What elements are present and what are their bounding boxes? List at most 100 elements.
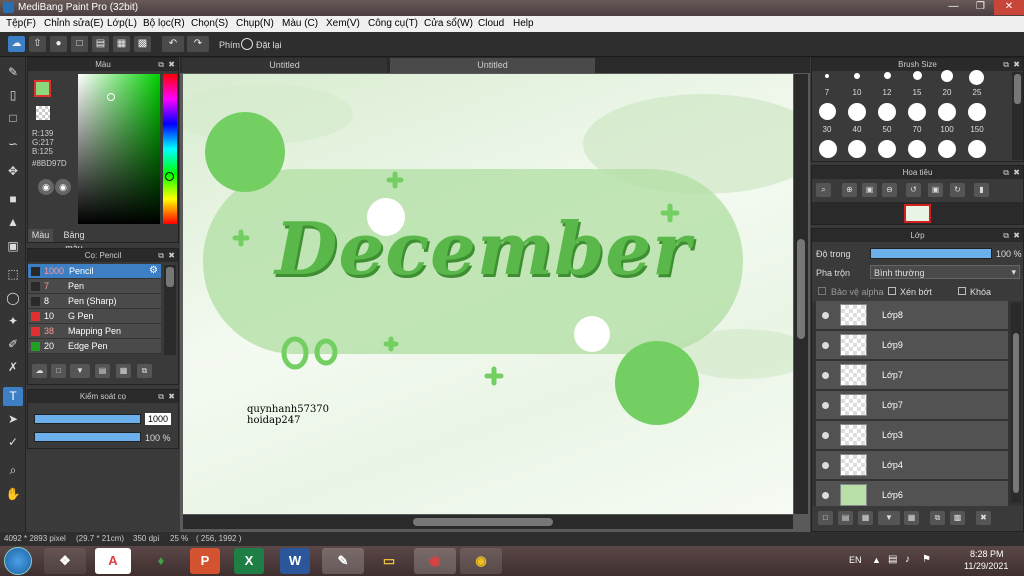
visibility-icon[interactable] — [822, 372, 829, 379]
layer-list-scrollbar[interactable] — [1011, 303, 1021, 503]
visibility-icon[interactable] — [822, 342, 829, 349]
size-dot[interactable] — [819, 103, 836, 120]
move-tool-icon[interactable]: ✥ — [3, 162, 23, 181]
gear-icon[interactable]: ⚙ — [149, 265, 158, 276]
reset-view-icon[interactable]: ▣ — [928, 183, 943, 197]
close-icon[interactable]: ✖ — [168, 390, 175, 403]
redo-icon[interactable]: ↷ — [187, 36, 209, 52]
vertical-scrollbar-thumb[interactable] — [797, 239, 805, 339]
undock-icon[interactable]: ⧉ — [158, 390, 164, 403]
undock-icon[interactable]: ⧉ — [1003, 229, 1009, 242]
close-icon[interactable]: ✖ — [1013, 166, 1020, 179]
paint-taskbar-icon[interactable]: ✎ — [322, 548, 364, 574]
brush-item[interactable]: 20 Edge Pen — [28, 339, 161, 354]
menu-layer[interactable]: Lớp(L) — [107, 18, 137, 29]
tab-palette[interactable]: Bảng màu — [54, 229, 94, 253]
size-dot[interactable] — [878, 140, 896, 158]
menu-capture[interactable]: Chụp(N) — [236, 18, 274, 29]
page-icon[interactable]: ▤ — [92, 36, 109, 52]
zoom-in-icon[interactable]: ⊕ — [842, 183, 857, 197]
size-dot[interactable] — [825, 74, 829, 78]
size-dot[interactable] — [878, 103, 896, 121]
horizontal-scrollbar-thumb[interactable] — [413, 518, 553, 526]
share-icon[interactable]: ⇧ — [29, 36, 46, 52]
flip-icon[interactable]: ▮ — [974, 183, 989, 197]
folder-icon[interactable]: ▦ — [904, 511, 919, 525]
dot-tool-icon[interactable]: □ — [3, 109, 23, 128]
visibility-icon[interactable] — [822, 312, 829, 319]
layer-row[interactable]: Lớp9 — [816, 331, 1008, 360]
folder-taskbar-icon[interactable]: ▭ — [368, 548, 410, 574]
saturation-value-picker[interactable] — [78, 74, 160, 224]
size-dot[interactable] — [854, 73, 860, 79]
medibang-taskbar-icon[interactable]: ◉ — [414, 548, 456, 574]
brush-cloud-icon[interactable]: ☁ — [32, 364, 47, 378]
zoom-fit-icon[interactable]: ⌕ — [816, 183, 831, 197]
tab-document-1[interactable]: Untitled — [182, 58, 387, 73]
select-eraser-tool-icon[interactable]: ✗ — [3, 358, 23, 377]
visibility-icon[interactable] — [822, 492, 829, 499]
clock-time[interactable]: 8:28 PM — [970, 549, 1004, 559]
vertical-scrollbar[interactable] — [794, 74, 808, 514]
network-icon[interactable]: ▤ — [888, 554, 897, 565]
zoom-out-icon[interactable]: ⊖ — [882, 183, 897, 197]
size-dot[interactable] — [938, 140, 956, 158]
palette-add-icon[interactable]: ◉ — [55, 179, 71, 195]
menu-window[interactable]: Cửa sổ(W) — [424, 18, 473, 29]
undock-icon[interactable]: ⧉ — [158, 58, 164, 71]
add-layer-menu-icon[interactable]: ▼ — [878, 511, 900, 525]
new-layer-icon[interactable]: □ — [818, 511, 833, 525]
visibility-icon[interactable] — [822, 432, 829, 439]
size-dot[interactable] — [908, 140, 926, 158]
brush-size-value[interactable]: 1000 — [145, 413, 171, 425]
close-button[interactable]: ✕ — [994, 0, 1024, 15]
layer-row[interactable]: Lớp3 — [816, 421, 1008, 450]
menu-file[interactable]: Tệp(F) — [6, 18, 36, 29]
minimize-button[interactable]: — — [940, 0, 967, 15]
scrollbar-thumb[interactable] — [166, 267, 174, 287]
bucket-tool-icon[interactable]: ▲ — [3, 213, 23, 232]
menu-cloud[interactable]: Cloud — [478, 18, 504, 29]
new-halftone-layer-icon[interactable]: ▤ — [838, 511, 853, 525]
flag-icon[interactable]: ⚑ — [922, 554, 931, 565]
brush-opacity-slider[interactable] — [34, 432, 141, 442]
tray-arrow-icon[interactable]: ▲ — [872, 555, 881, 565]
volume-icon[interactable]: ♪ — [905, 554, 910, 565]
excel-taskbar-icon[interactable]: X — [234, 548, 264, 574]
hue-slider[interactable] — [163, 74, 177, 224]
size-dot[interactable] — [908, 103, 926, 121]
size-dot[interactable] — [913, 71, 922, 80]
layer-row[interactable]: Lớp7 — [816, 361, 1008, 390]
menu-view[interactable]: Xem(V) — [326, 18, 360, 29]
size-dot[interactable] — [884, 72, 891, 79]
undock-icon[interactable]: ⧉ — [1003, 166, 1009, 179]
tab-document-2[interactable]: Untitled — [390, 58, 595, 73]
eraser-tool-icon[interactable]: ▯ — [3, 86, 23, 105]
close-icon[interactable]: ✖ — [168, 58, 175, 71]
pdf-taskbar-icon[interactable]: A — [95, 548, 131, 574]
menu-filter[interactable]: Bộ lọc(R) — [143, 18, 185, 29]
background-color-swatch[interactable] — [36, 106, 50, 120]
operation-tool-icon[interactable]: ➤ — [3, 410, 23, 429]
drawing-canvas[interactable]: December quynhanh57370 hoidap247 — [183, 74, 793, 514]
duplicate-layer-icon[interactable]: ⧉ — [930, 511, 945, 525]
new-8bit-layer-icon[interactable]: ▦ — [858, 511, 873, 525]
fit-screen-icon[interactable]: ▣ — [862, 183, 877, 197]
brush-item[interactable]: 10 G Pen — [28, 309, 161, 324]
app-taskbar-icon[interactable]: ❖ — [44, 548, 86, 574]
hand-tool-icon[interactable]: ✋ — [3, 485, 23, 504]
brush-list-scrollbar[interactable] — [164, 265, 176, 355]
duplicate-icon[interactable]: ⧉ — [137, 364, 152, 378]
grid-icon[interactable]: ▩ — [134, 36, 151, 52]
size-dot[interactable] — [968, 103, 986, 121]
rotate-left-icon[interactable]: ↺ — [906, 183, 921, 197]
brush-item[interactable]: 1000 Pencil ⚙ — [28, 264, 161, 279]
smudge-tool-icon[interactable]: ∽ — [3, 135, 23, 154]
brush-item[interactable]: 7 Pen — [28, 279, 161, 294]
menu-color[interactable]: Màu (C) — [282, 18, 318, 29]
brush-item[interactable]: 8 Pen (Sharp) — [28, 294, 161, 309]
protect-alpha-checkbox[interactable] — [818, 287, 826, 295]
brush-size-slider[interactable] — [34, 414, 141, 424]
maximize-button[interactable]: ❐ — [967, 0, 994, 15]
trash-icon[interactable]: ✖ — [976, 511, 991, 525]
